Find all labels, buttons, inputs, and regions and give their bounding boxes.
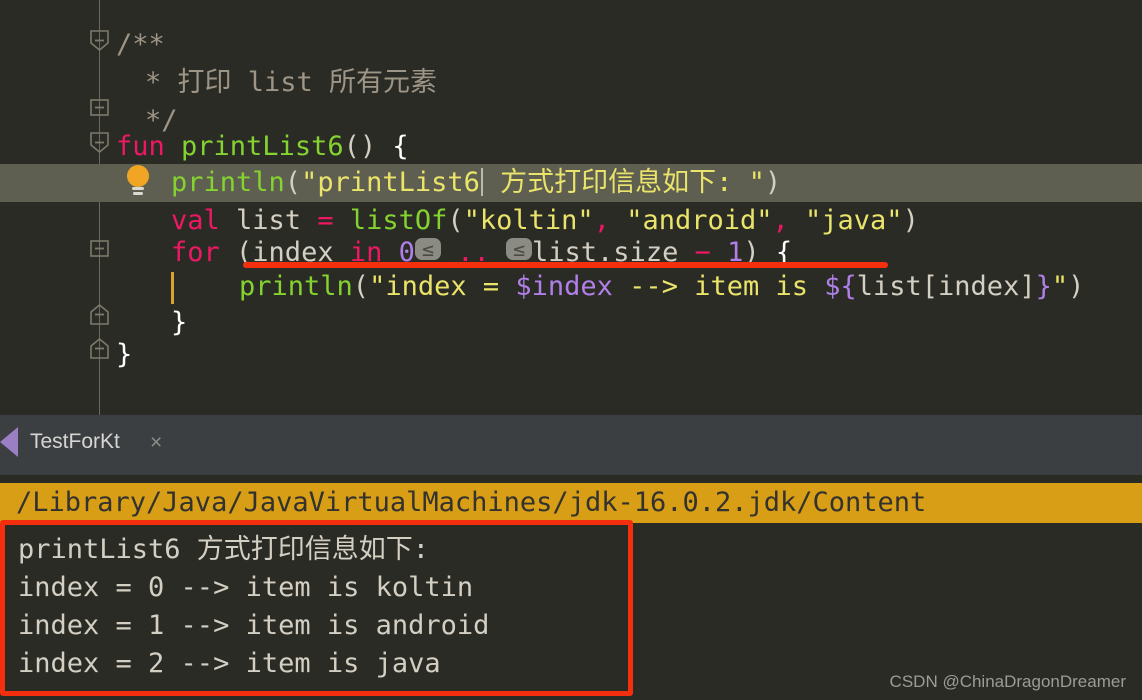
code-token: * 打印 list 所有元素 <box>145 67 438 98</box>
annotation-underline-for-range <box>243 262 888 268</box>
ide-window: /** * 打印 list 所有元素 */fun printList6() {pri… <box>0 0 1142 700</box>
console-scrollbar-track[interactable] <box>0 468 1142 528</box>
jdk-path-line: /Library/Java/JavaVirtualMachines/jdk-16… <box>0 483 1142 523</box>
inline-hint-chip[interactable]: ≤ <box>414 238 441 260</box>
code-token: 方式打印信息如下: " <box>483 167 765 198</box>
code-token: "java" <box>805 205 903 236</box>
code-token: ) <box>902 205 919 236</box>
code-line-text: println("printList6 方式打印信息如下: ") <box>171 164 781 202</box>
code-token: { <box>392 131 409 162</box>
code-token: , <box>772 205 806 236</box>
inline-hint-chip[interactable]: ≤ <box>505 238 533 260</box>
code-token: ( <box>447 205 464 236</box>
code-token: for <box>171 237 237 268</box>
code-token: "android" <box>626 205 773 236</box>
code-token: listOf <box>349 205 448 236</box>
code-token: ( <box>352 271 370 302</box>
code-token: ) <box>1068 271 1085 302</box>
code-token: "koltin" <box>463 205 594 236</box>
code-line[interactable]: fun printList6() { <box>0 128 1142 166</box>
code-line-text: fun printList6() { <box>116 128 409 166</box>
code-line-text: } <box>116 336 132 374</box>
code-token: "printList6 <box>301 167 480 198</box>
close-icon[interactable]: × <box>150 429 162 456</box>
code-token: } <box>1035 271 1052 302</box>
text-caret <box>480 168 483 196</box>
code-token: val <box>171 205 237 236</box>
code-token: } <box>116 339 133 370</box>
code-line[interactable]: } <box>0 336 1142 374</box>
code-token: " <box>1051 271 1069 302</box>
console-output-line: printList6 方式打印信息如下: <box>18 534 430 565</box>
code-token: , <box>593 205 627 236</box>
watermark: CSDN @ChinaDragonDreamer <box>889 672 1126 691</box>
code-line-text: * 打印 list 所有元素 <box>145 64 437 102</box>
code-token: printList6 <box>181 131 344 162</box>
code-token: println <box>239 271 353 302</box>
console-tab-bar[interactable]: TestForKt × <box>0 415 1142 468</box>
code-token: fun <box>116 131 182 162</box>
kotlin-run-icon <box>0 427 18 457</box>
code-editor[interactable]: /** * 打印 list 所有元素 */fun printList6() {pri… <box>0 0 1142 415</box>
indent-guide <box>171 272 174 304</box>
code-token: /** <box>116 29 165 60</box>
code-token: "index = <box>369 271 516 302</box>
code-line[interactable]: /** <box>0 26 1142 64</box>
code-token: ${ <box>824 271 857 302</box>
code-token: println <box>171 167 285 198</box>
code-token: } <box>171 307 188 338</box>
code-token: list <box>236 205 318 236</box>
lightbulb-icon[interactable] <box>124 164 152 196</box>
code-token: --> item is <box>612 271 825 302</box>
code-token: list[index] <box>856 271 1036 302</box>
console-tab-label[interactable]: TestForKt <box>30 427 120 456</box>
code-token: ) <box>764 167 782 198</box>
code-token: $index <box>515 271 613 302</box>
code-token: () <box>343 131 393 162</box>
code-line-text: println("index = $index --> item is ${li… <box>239 268 1084 306</box>
run-console-panel[interactable]: TestForKt × /Library/Java/JavaVirtualMac… <box>0 415 1142 700</box>
code-line[interactable]: * 打印 list 所有元素 <box>0 64 1142 102</box>
code-line-text: /** <box>116 26 165 64</box>
console-output-line: index = 2 --> item is java <box>18 648 441 679</box>
console-output[interactable]: /Library/Java/JavaVirtualMachines/jdk-16… <box>0 475 1142 700</box>
code-line[interactable]: println("printList6 方式打印信息如下: ") <box>0 164 1142 202</box>
console-output-line: index = 1 --> item is android <box>18 610 490 641</box>
code-token: ( <box>284 167 302 198</box>
console-output-line: index = 0 --> item is koltin <box>18 572 474 603</box>
code-token: = <box>317 205 350 236</box>
